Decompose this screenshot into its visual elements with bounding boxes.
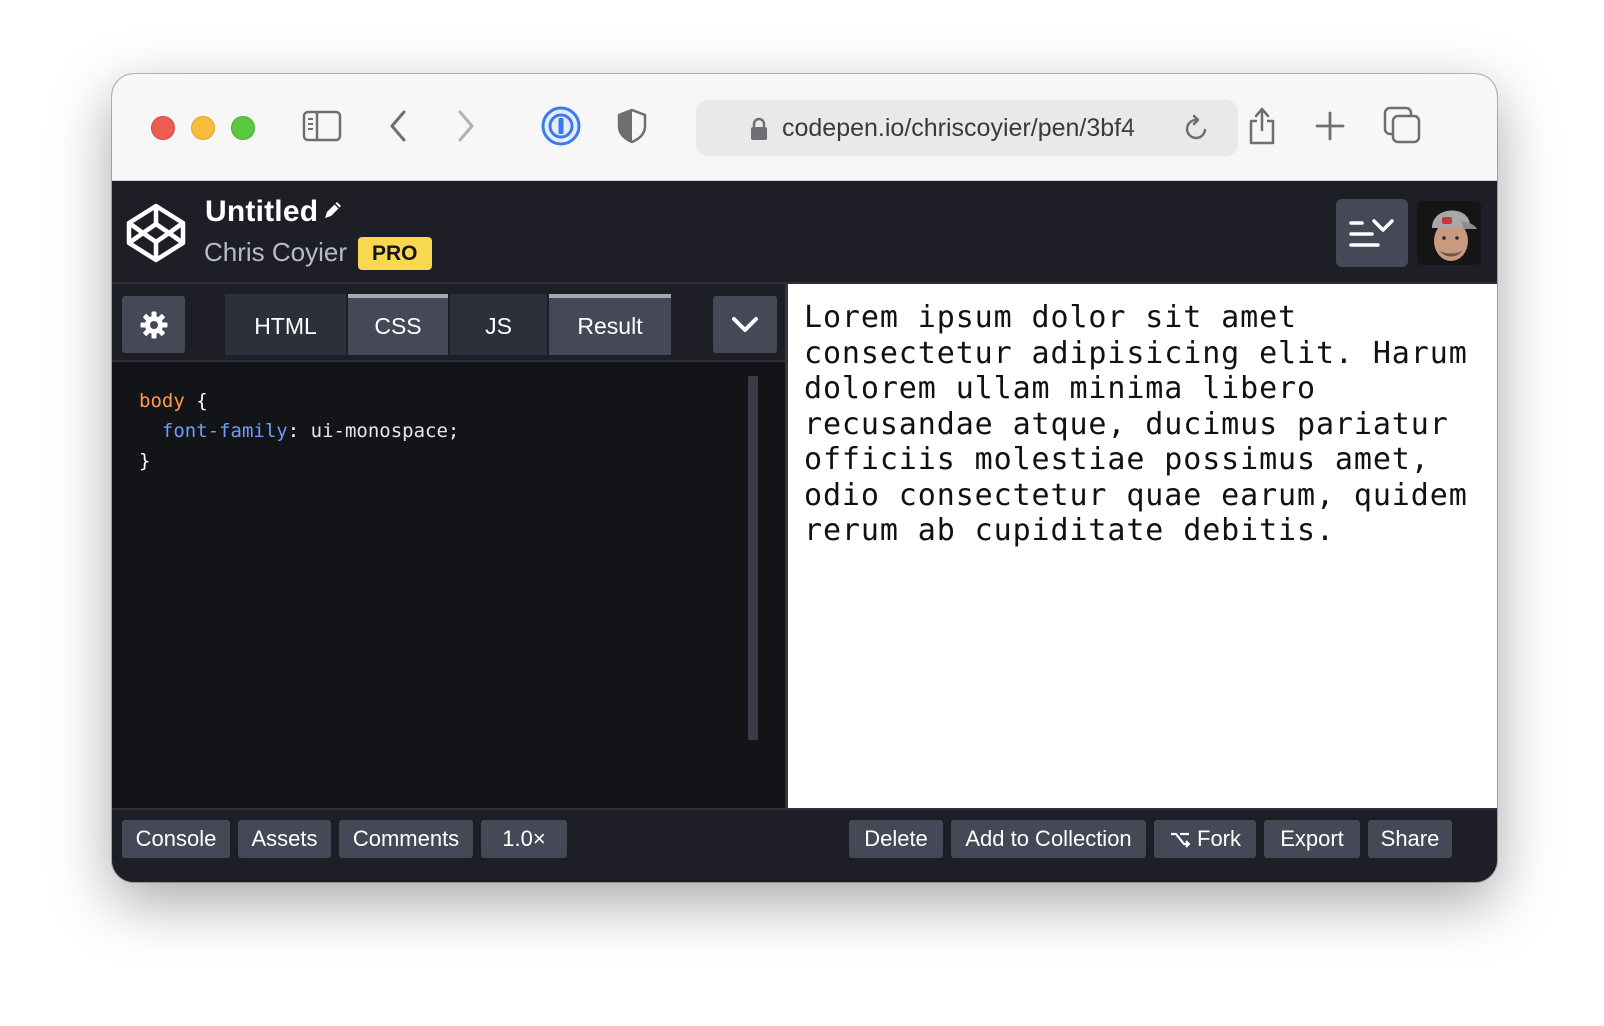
lock-icon	[750, 117, 768, 146]
new-tab-icon[interactable]	[1312, 106, 1348, 146]
editor-tab-bar: HTML CSS JS Result	[112, 284, 785, 362]
editor-settings-button[interactable]	[122, 296, 185, 353]
fork-button[interactable]: Fork	[1154, 820, 1256, 858]
reload-icon[interactable]	[1184, 114, 1210, 147]
tab-html[interactable]: HTML	[225, 294, 346, 355]
edit-title-icon[interactable]	[322, 199, 344, 226]
code-colon: :	[287, 420, 300, 442]
comments-button[interactable]: Comments	[339, 820, 473, 858]
user-avatar[interactable]	[1417, 201, 1481, 265]
code-editor[interactable]: body { font-family: ui-monospace; }	[139, 386, 459, 476]
delete-button[interactable]: Delete	[849, 820, 943, 858]
author-name[interactable]: Chris Coyier	[204, 237, 347, 268]
fork-icon	[1169, 830, 1191, 848]
pen-title[interactable]: Untitled	[205, 195, 318, 229]
url-text: codepen.io/chriscoyier/pen/3bf4	[782, 114, 1136, 142]
console-button[interactable]: Console	[122, 820, 230, 858]
sidebar-toggle-icon[interactable]	[300, 106, 344, 146]
zoom-window-button[interactable]	[231, 116, 255, 140]
tab-overview-icon[interactable]	[1382, 104, 1422, 146]
forward-icon[interactable]	[454, 106, 478, 146]
codepen-header: Untitled Chris Coyier PRO	[112, 181, 1497, 284]
zoom-level-button[interactable]: 1.0×	[481, 820, 567, 858]
tab-js[interactable]: JS	[450, 294, 547, 355]
assets-button[interactable]: Assets	[238, 820, 331, 858]
add-to-collection-button[interactable]: Add to Collection	[951, 820, 1146, 858]
export-button[interactable]: Export	[1264, 820, 1360, 858]
close-window-button[interactable]	[151, 116, 175, 140]
browser-window: codepen.io/chriscoyier/pen/3bf4 Untitled…	[112, 74, 1497, 882]
chevron-down-icon	[732, 316, 758, 332]
footer-toolbar: Console Assets Comments 1.0× Delete Add …	[112, 808, 1497, 882]
code-property: font-family	[161, 420, 288, 442]
code-selector: body	[139, 390, 185, 412]
layout-icon	[1349, 219, 1394, 247]
editor-collapse-button[interactable]	[713, 296, 777, 353]
browser-toolbar: codepen.io/chriscoyier/pen/3bf4	[112, 74, 1497, 181]
result-preview-pane[interactable]: Lorem ipsum dolor sit amet consectetur a…	[788, 284, 1497, 808]
result-paragraph: Lorem ipsum dolor sit amet consectetur a…	[804, 300, 1468, 548]
share-icon[interactable]	[1244, 102, 1280, 148]
code-value: ui-monospace;	[299, 420, 460, 442]
change-view-button[interactable]	[1336, 199, 1408, 267]
tab-css[interactable]: CSS	[348, 294, 448, 355]
password-manager-icon[interactable]	[540, 105, 582, 147]
share-button[interactable]: Share	[1368, 820, 1452, 858]
code-open-brace: {	[184, 390, 208, 412]
css-editor-pane: HTML CSS JS Result body { font-family: u…	[112, 284, 788, 808]
address-bar[interactable]: codepen.io/chriscoyier/pen/3bf4	[696, 100, 1238, 156]
minimize-window-button[interactable]	[191, 116, 215, 140]
back-icon[interactable]	[386, 106, 410, 146]
fork-label: Fork	[1197, 826, 1241, 851]
editor-scrollbar[interactable]	[748, 376, 758, 740]
pro-badge: PRO	[358, 237, 432, 270]
tab-result[interactable]: Result	[549, 294, 671, 355]
gear-icon	[140, 311, 167, 338]
codepen-logo-icon[interactable]	[126, 203, 186, 268]
code-close-brace: }	[139, 450, 151, 472]
shield-icon[interactable]	[614, 106, 650, 146]
